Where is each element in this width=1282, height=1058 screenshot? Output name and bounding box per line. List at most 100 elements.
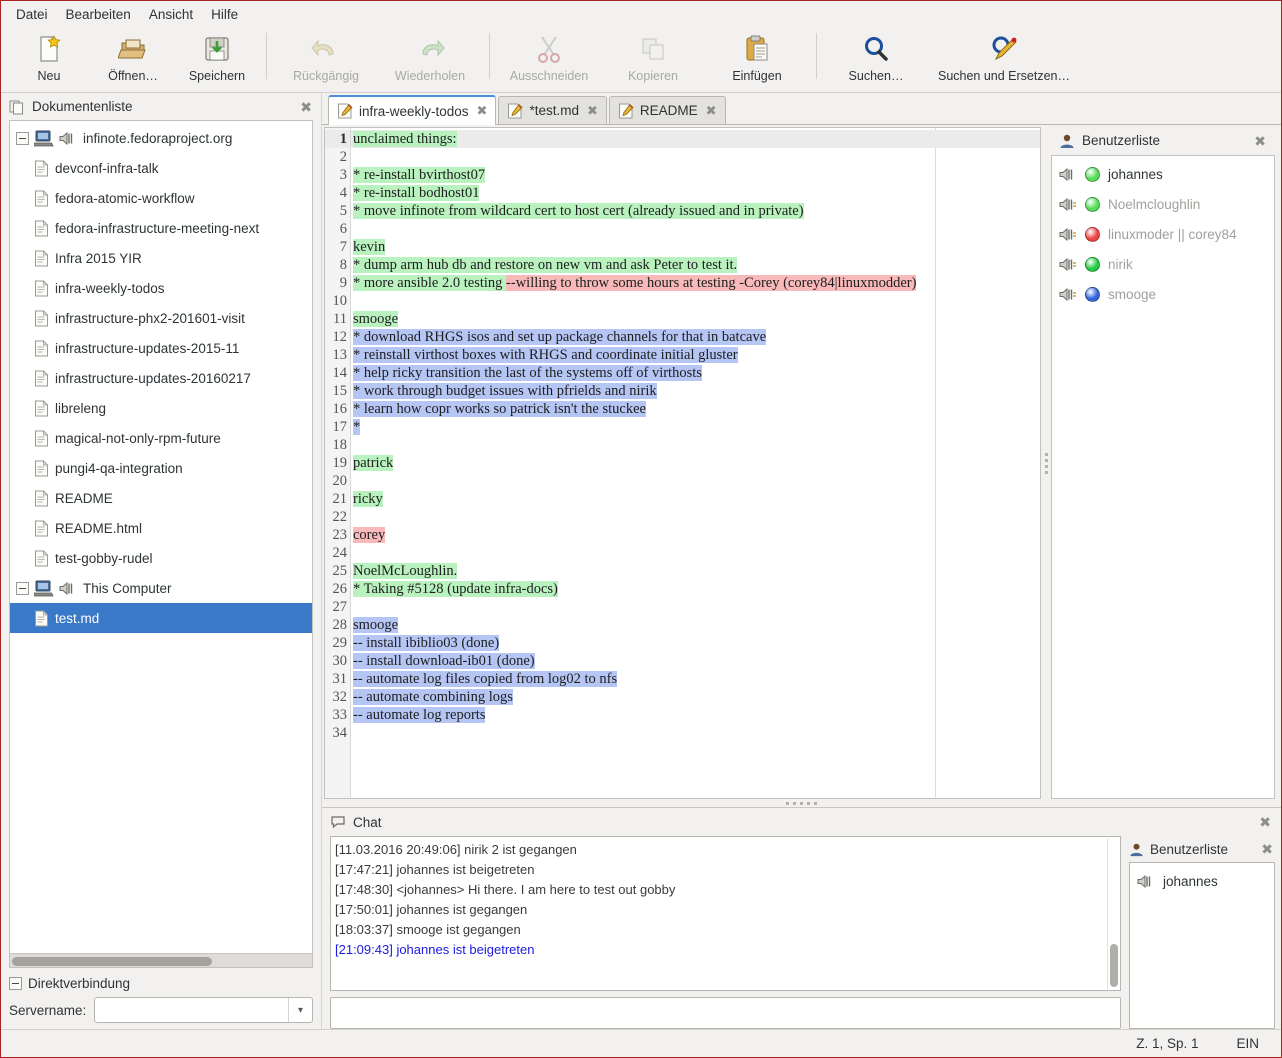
close-icon[interactable]: ✖ [477,103,488,119]
editor-line[interactable] [351,544,1040,562]
close-icon[interactable]: ✖ [1257,815,1273,829]
collapse-icon[interactable] [9,977,22,990]
text-editor[interactable]: 1234567891011121314151617181920212223242… [324,127,1041,799]
editor-line[interactable]: * Taking #5128 (update infra-docs) [351,580,1040,598]
undo-button[interactable]: Rückgängig [274,31,378,87]
document-list-server-row[interactable]: This Computer [10,573,312,603]
editor-line[interactable]: NoelMcLoughlin. [351,562,1040,580]
document-list-item[interactable]: infra-weekly-todos [10,273,312,303]
chat-user-list[interactable]: johannes [1129,862,1275,1029]
editor-line[interactable]: corey [351,526,1040,544]
editor-line[interactable]: * reinstall virthost boxes with RHGS and… [351,346,1040,364]
collapse-icon[interactable] [16,132,29,145]
document-list-item[interactable]: README [10,483,312,513]
editor-text-area[interactable]: unclaimed things: * re-install bvirthost… [351,128,1040,798]
user-list[interactable]: johannes Noelmcloughlin linuxmoder || co… [1051,155,1275,799]
editor-line[interactable]: * move infinote from wildcard cert to ho… [351,202,1040,220]
chat-log[interactable]: [11.03.2016 20:49:06] nirik 2 ist gegang… [330,836,1121,991]
editor-tab[interactable]: infra-weekly-todos ✖ [328,95,496,125]
chevron-down-icon[interactable]: ▾ [288,998,312,1022]
document-list-item[interactable]: magical-not-only-rpm-future [10,423,312,453]
document-list-item[interactable]: fedora-atomic-workflow [10,183,312,213]
editor-line[interactable] [351,472,1040,490]
editor-line[interactable]: * learn how copr works so patrick isn't … [351,400,1040,418]
editor-line[interactable]: * more ansible 2.0 testing --willing to … [351,274,1040,292]
close-icon[interactable]: ✖ [706,103,717,119]
editor-line[interactable] [351,220,1040,238]
editor-line[interactable]: * dump arm hub db and restore on new vm … [351,256,1040,274]
user-list-item[interactable]: johannes [1052,159,1274,189]
document-list-item[interactable]: infrastructure-updates-20160217 [10,363,312,393]
editor-line[interactable]: ricky [351,490,1040,508]
new-button[interactable]: Neu [7,31,91,87]
find-button[interactable]: Suchen… [824,31,928,87]
document-list-server-row[interactable]: infinote.fedoraproject.org [10,123,312,153]
close-icon[interactable]: ✖ [1259,842,1275,856]
document-list-item[interactable]: test.md [10,603,312,633]
close-icon[interactable]: ✖ [1252,134,1268,148]
paste-button[interactable]: Einfügen [705,31,809,87]
editor-tab[interactable]: *test.md ✖ [498,96,606,124]
editor-line[interactable] [351,148,1040,166]
close-icon[interactable]: ✖ [587,103,598,119]
chat-log-scrollbar[interactable] [1107,838,1119,989]
document-list-item[interactable]: infrastructure-phx2-201601-visit [10,303,312,333]
menu-hilfe[interactable]: Hilfe [202,4,247,25]
server-name-combo[interactable]: ▾ [94,997,313,1023]
editor-line[interactable] [351,724,1040,742]
editor-userlist-splitter[interactable] [1041,127,1051,799]
document-list[interactable]: infinote.fedoraproject.org devconf-infra… [10,121,312,953]
cut-button[interactable]: Ausschneiden [497,31,601,87]
editor-chat-splitter[interactable] [322,799,1281,807]
document-list-item[interactable]: pungi4-qa-integration [10,453,312,483]
editor-line[interactable]: kevin [351,238,1040,256]
chat-input-wrapper[interactable] [330,997,1121,1029]
user-list-item[interactable]: nirik [1052,249,1274,279]
editor-line[interactable]: smooge [351,616,1040,634]
document-list-item[interactable]: fedora-infrastructure-meeting-next [10,213,312,243]
document-list-item[interactable]: infrastructure-updates-2015-11 [10,333,312,363]
scrollbar-thumb[interactable] [1110,944,1118,987]
document-list-hscrollbar[interactable] [10,953,312,967]
document-list-item[interactable]: libreleng [10,393,312,423]
close-icon[interactable]: ✖ [298,100,314,114]
document-list-item[interactable]: Infra 2015 YIR [10,243,312,273]
editor-line[interactable]: * re-install bvirthost07 [351,166,1040,184]
editor-line[interactable]: * download RHGS isos and set up package … [351,328,1040,346]
editor-line[interactable]: -- automate combining logs [351,688,1040,706]
editor-line[interactable]: -- automate log files copied from log02 … [351,670,1040,688]
editor-line[interactable]: * re-install bodhost01 [351,184,1040,202]
editor-line[interactable]: -- install ibiblio03 (done) [351,634,1040,652]
chat-input[interactable] [331,998,1120,1028]
copy-button[interactable]: Kopieren [601,31,705,87]
document-list-item[interactable]: README.html [10,513,312,543]
editor-line[interactable] [351,508,1040,526]
open-button[interactable]: Öffnen… [91,31,175,87]
collapse-icon[interactable] [16,582,29,595]
editor-line[interactable]: -- automate log reports [351,706,1040,724]
editor-line[interactable]: unclaimed things: [351,130,1040,148]
editor-tab[interactable]: README ✖ [609,96,726,124]
editor-line[interactable]: * work through budget issues with pfriel… [351,382,1040,400]
document-list-item[interactable]: test-gobby-rudel [10,543,312,573]
editor-line[interactable] [351,292,1040,310]
scrollbar-thumb[interactable] [12,957,212,966]
user-list-item[interactable]: linuxmoder || corey84 [1052,219,1274,249]
editor-line[interactable]: smooge [351,310,1040,328]
redo-button[interactable]: Wiederholen [378,31,482,87]
save-button[interactable]: Speichern [175,31,259,87]
menu-datei[interactable]: Datei [7,4,57,25]
chat-user-list-item[interactable]: johannes [1130,866,1274,896]
editor-line[interactable] [351,598,1040,616]
editor-line[interactable]: * [351,418,1040,436]
menu-bearbeiten[interactable]: Bearbeiten [57,4,140,25]
user-list-item[interactable]: Noelmcloughlin [1052,189,1274,219]
document-list-item[interactable]: devconf-infra-talk [10,153,312,183]
editor-line[interactable]: patrick [351,454,1040,472]
user-list-item[interactable]: smooge [1052,279,1274,309]
editor-line[interactable] [351,436,1040,454]
editor-line[interactable]: * help ricky transition the last of the … [351,364,1040,382]
find-replace-button[interactable]: Suchen und Ersetzen… [928,31,1080,87]
direct-connection-header[interactable]: Direktverbindung [9,974,313,997]
menu-ansicht[interactable]: Ansicht [140,4,202,25]
